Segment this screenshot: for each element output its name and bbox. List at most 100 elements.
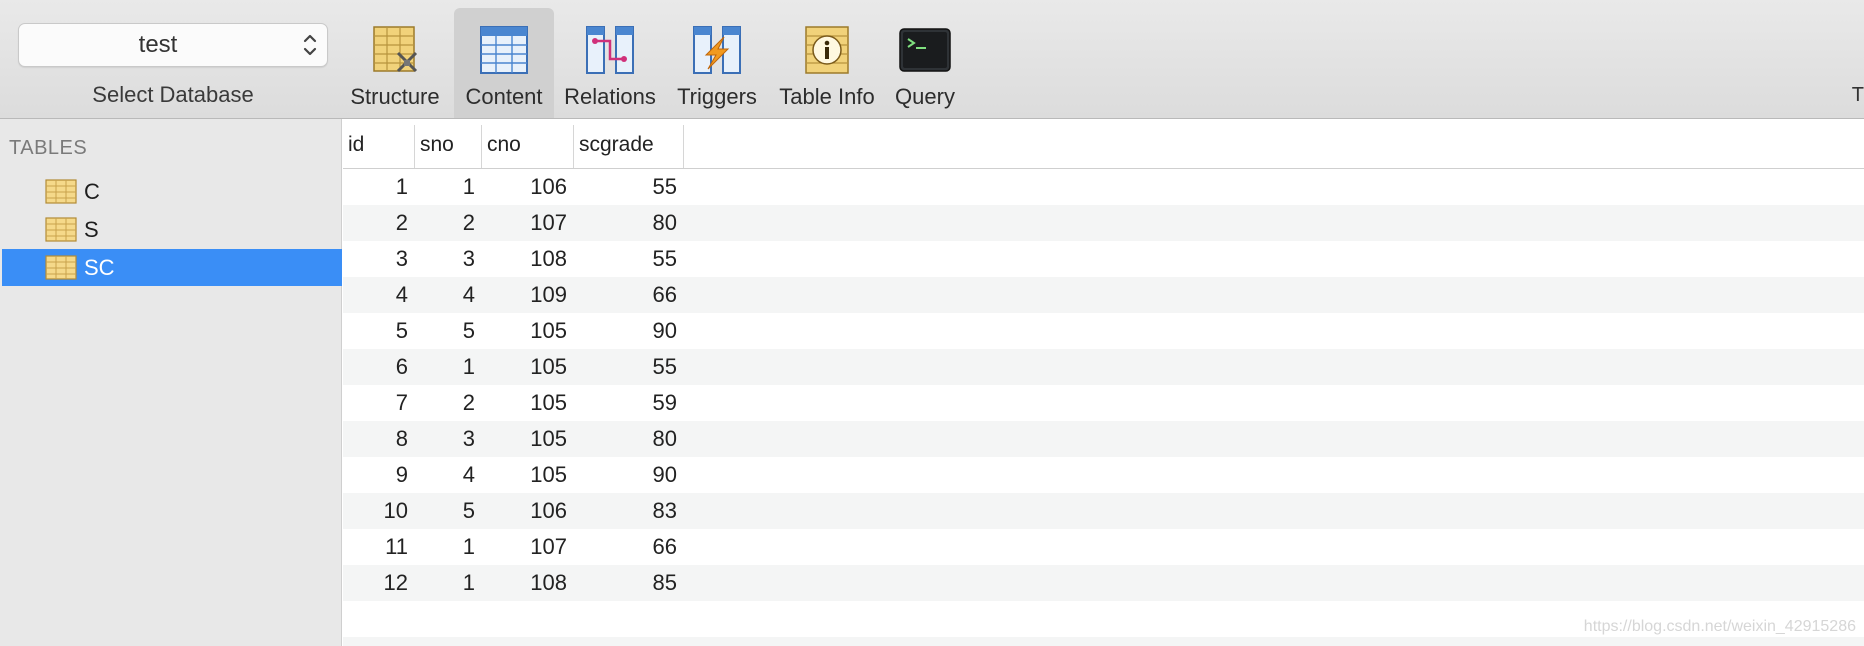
tab-structure[interactable]: Structure (342, 8, 448, 118)
tab-query-label: Query (895, 84, 955, 109)
cell-id[interactable]: 10 (343, 493, 415, 529)
cell-cno[interactable]: 109 (482, 277, 574, 313)
relations-icon (586, 26, 634, 74)
sidebar-item-c[interactable]: C (2, 173, 342, 210)
tab-content[interactable]: Content (454, 8, 554, 118)
table-row[interactable]: 4 4 109 66 (343, 277, 1864, 313)
tab-relations[interactable]: Relations (560, 8, 660, 118)
database-select-value: test (138, 31, 178, 58)
table-icon (45, 255, 77, 280)
column-header-sno[interactable]: sno (415, 125, 482, 168)
cell-sno[interactable]: 2 (415, 385, 482, 421)
terminal-icon (899, 28, 951, 72)
cell-id[interactable]: 3 (343, 241, 415, 277)
cell-sno[interactable]: 4 (415, 277, 482, 313)
cell-sno[interactable]: 5 (415, 313, 482, 349)
content-icon (480, 26, 528, 74)
database-select[interactable]: test (18, 23, 328, 67)
cell-sno[interactable]: 1 (415, 565, 482, 601)
cell-sno[interactable]: 5 (415, 493, 482, 529)
cell-id[interactable]: 5 (343, 313, 415, 349)
sidebar-item-sc[interactable]: SC (2, 249, 342, 286)
triggers-icon (693, 26, 741, 74)
cell-scgrade[interactable]: 80 (574, 205, 684, 241)
sidebar: TABLES C S SC (0, 119, 342, 646)
cell-cno[interactable]: 106 (482, 493, 574, 529)
table-row[interactable]: 12 1 108 85 (343, 565, 1864, 601)
cell-scgrade[interactable]: 66 (574, 277, 684, 313)
cell-scgrade[interactable]: 83 (574, 493, 684, 529)
sequel-app-window: test Select Database Structure Content R… (0, 0, 1864, 646)
cell-id[interactable]: 9 (343, 457, 415, 493)
chevron-updown-icon (303, 34, 317, 56)
cell-cno[interactable]: 105 (482, 313, 574, 349)
table-row[interactable]: 8 3 105 80 (343, 421, 1864, 457)
cell-scgrade[interactable]: 80 (574, 421, 684, 457)
cell-scgrade[interactable]: 59 (574, 385, 684, 421)
cell-sno[interactable]: 3 (415, 241, 482, 277)
cell-cno[interactable]: 108 (482, 241, 574, 277)
cell-id[interactable]: 11 (343, 529, 415, 565)
cell-cno[interactable]: 108 (482, 565, 574, 601)
table-row[interactable]: 3 3 108 55 (343, 241, 1864, 277)
cell-sno[interactable]: 3 (415, 421, 482, 457)
cell-scgrade[interactable]: 55 (574, 241, 684, 277)
cell-cno[interactable]: 105 (482, 349, 574, 385)
tab-content-label: Content (465, 84, 543, 109)
table-row[interactable]: 7 2 105 59 (343, 385, 1864, 421)
cell-sno[interactable]: 1 (415, 349, 482, 385)
cell-cno[interactable]: 107 (482, 529, 574, 565)
column-header-id[interactable]: id (343, 125, 415, 168)
tab-table-info-label: Table Info (779, 84, 875, 109)
tab-triggers-label: Triggers (677, 84, 757, 109)
column-header-cno[interactable]: cno (482, 125, 574, 168)
cell-cno[interactable]: 105 (482, 457, 574, 493)
table-row[interactable]: 5 5 105 90 (343, 313, 1864, 349)
table-row[interactable]: 6 1 105 55 (343, 349, 1864, 385)
cell-id[interactable]: 2 (343, 205, 415, 241)
toolbar-overflow-label: T (1851, 84, 1864, 106)
table-row[interactable]: 10 5 106 83 (343, 493, 1864, 529)
column-header-scgrade[interactable]: scgrade (574, 125, 684, 168)
tab-table-info[interactable]: Table Info (772, 8, 882, 118)
cell-scgrade[interactable]: 90 (574, 457, 684, 493)
sidebar-item-label: C (84, 179, 100, 204)
cell-scgrade[interactable]: 66 (574, 529, 684, 565)
table-icon (45, 179, 77, 204)
tab-query[interactable]: Query (884, 8, 966, 118)
cell-id[interactable]: 4 (343, 277, 415, 313)
cell-cno[interactable]: 105 (482, 421, 574, 457)
cell-scgrade[interactable]: 55 (574, 169, 684, 205)
cell-id[interactable]: 1 (343, 169, 415, 205)
toolbar: test Select Database Structure Content R… (0, 0, 1864, 119)
info-icon (805, 26, 849, 74)
cell-sno[interactable]: 1 (415, 529, 482, 565)
cell-scgrade[interactable]: 90 (574, 313, 684, 349)
cell-cno[interactable]: 105 (482, 385, 574, 421)
table-row[interactable]: 1 1 106 55 (343, 169, 1864, 205)
sidebar-item-label: SC (84, 255, 115, 280)
table-header: id sno cno scgrade (343, 125, 1864, 169)
cell-cno[interactable]: 106 (482, 169, 574, 205)
cell-sno[interactable]: 1 (415, 169, 482, 205)
table-icon (45, 217, 77, 242)
cell-id[interactable]: 8 (343, 421, 415, 457)
cell-id[interactable]: 6 (343, 349, 415, 385)
cell-id[interactable]: 7 (343, 385, 415, 421)
tab-triggers[interactable]: Triggers (666, 8, 768, 118)
cell-scgrade[interactable]: 85 (574, 565, 684, 601)
content-table: id sno cno scgrade 1 1 106 55 2 2 107 80… (343, 119, 1864, 646)
cell-sno[interactable]: 4 (415, 457, 482, 493)
sidebar-item-s[interactable]: S (2, 211, 342, 248)
cell-id[interactable]: 12 (343, 565, 415, 601)
table-body: 1 1 106 55 2 2 107 80 3 3 108 55 4 4 109 (343, 169, 1864, 646)
empty-row (343, 637, 1864, 646)
sidebar-item-label: S (84, 217, 99, 242)
table-row[interactable]: 9 4 105 90 (343, 457, 1864, 493)
cell-scgrade[interactable]: 55 (574, 349, 684, 385)
cell-cno[interactable]: 107 (482, 205, 574, 241)
cell-sno[interactable]: 2 (415, 205, 482, 241)
table-row[interactable]: 11 1 107 66 (343, 529, 1864, 565)
sidebar-heading: TABLES (9, 137, 88, 159)
table-row[interactable]: 2 2 107 80 (343, 205, 1864, 241)
